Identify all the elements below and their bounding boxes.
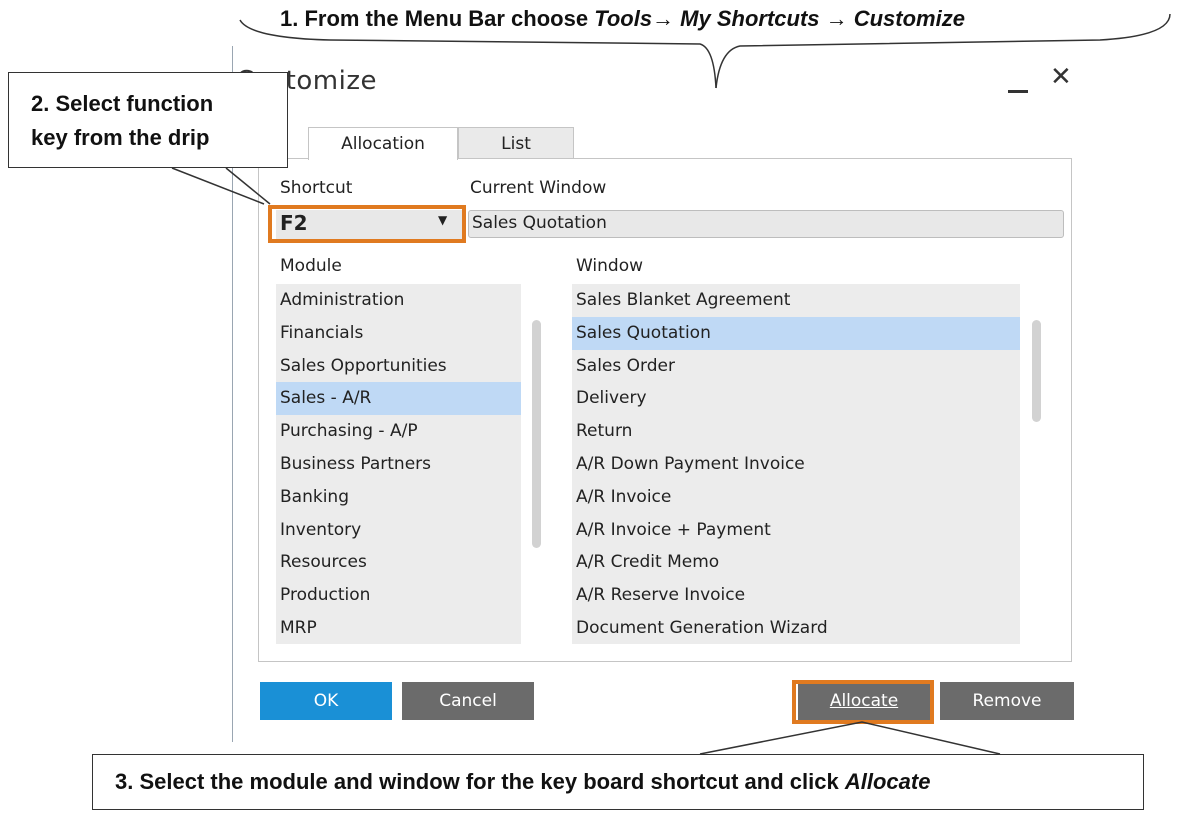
step2-line1: 2. Select function xyxy=(31,91,214,116)
step1-number: 1. xyxy=(280,6,299,31)
step1-path: Tools→ My Shortcuts → Customize xyxy=(594,6,965,31)
callout2-pointer-b xyxy=(225,167,271,205)
step1-prefix: From the Menu Bar choose xyxy=(304,6,589,31)
step3-text: Select the module and window for the key… xyxy=(139,769,839,794)
step3-number: 3. xyxy=(115,769,134,794)
callout2-pointer xyxy=(171,167,265,205)
step3-callout: 3. Select the module and window for the … xyxy=(92,754,1144,810)
callout3-pointer xyxy=(699,721,1001,755)
step3-action: Allocate xyxy=(844,769,931,794)
step2-line2: key from the drip xyxy=(31,125,210,150)
step2-callout: 2. Select function key from the drip xyxy=(8,72,288,168)
tab-allocation[interactable]: Allocation xyxy=(308,127,458,160)
step1-annotation: 1. From the Menu Bar choose Tools→ My Sh… xyxy=(280,6,965,32)
